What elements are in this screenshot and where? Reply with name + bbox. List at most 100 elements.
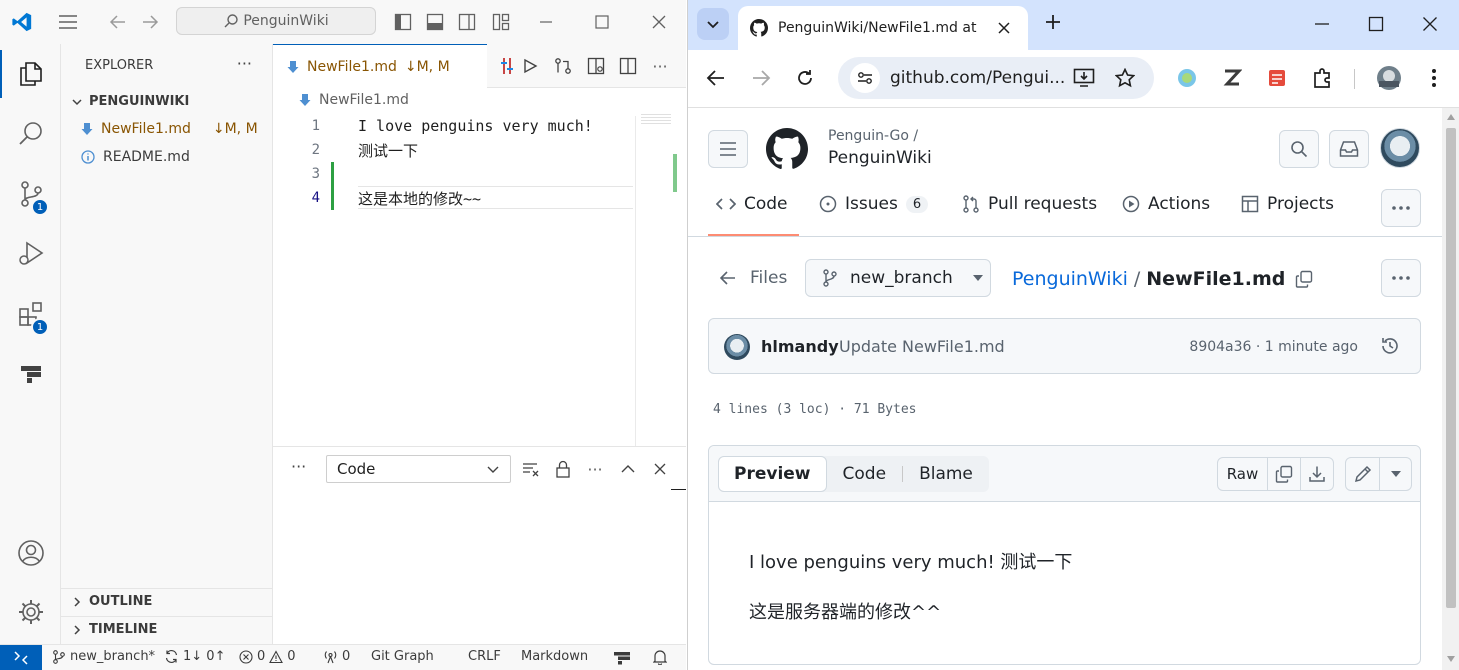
inbox-button[interactable] [1329,130,1369,168]
branch-selector[interactable]: new_branch [805,259,991,297]
lock-icon[interactable] [551,457,575,481]
nav-projects[interactable]: Projects [1241,194,1334,214]
forward-arrow-icon[interactable] [138,10,162,34]
scrollbar-thumb[interactable] [1446,128,1456,608]
close-tab-icon[interactable] [998,22,1010,34]
source-control-icon[interactable]: 1 [0,170,61,218]
raw-button[interactable]: Raw [1218,458,1268,490]
more-nav-button[interactable] [1381,189,1421,227]
file-item-newfile1[interactable]: NewFile1.md ↓M, M [81,118,258,140]
user-avatar[interactable] [1380,128,1420,168]
open-preview-icon[interactable] [584,54,608,78]
split-editor-icon[interactable] [616,54,640,78]
back-arrow-icon[interactable] [106,10,130,34]
more-actions-icon[interactable]: ··· [583,457,607,481]
extensions-icon[interactable]: 1 [0,290,61,338]
download-button[interactable] [1301,458,1333,490]
minimap[interactable] [641,114,671,126]
breadcrumb[interactable]: NewFile1.md [299,92,409,108]
menu-icon[interactable] [56,10,80,34]
timeline-header[interactable]: TIMELINE [71,622,157,637]
edit-dropdown-button[interactable] [1380,458,1411,490]
bookmark-star-icon[interactable] [1112,65,1138,91]
folder-header[interactable]: PENGUINWIKI [71,94,189,109]
output-channel-select[interactable]: Code [326,455,511,483]
copy-icon[interactable] [1295,270,1313,288]
edit-file-button[interactable] [1346,458,1380,490]
git-compare-icon[interactable] [495,54,519,78]
toggle-primary-sidebar-icon[interactable] [391,10,415,34]
command-center-search[interactable]: PenguinWiki [176,7,376,35]
ports-status[interactable]: 0 [323,649,350,664]
commit-message[interactable]: Update NewFile1.md [839,337,1005,356]
minimize-icon[interactable] [1314,16,1330,32]
forward-arrow-icon[interactable] [748,65,774,91]
repo-owner-link[interactable]: Penguin-Go / [828,128,918,144]
address-bar[interactable]: github.com/Pengui... [838,57,1154,99]
branch-status[interactable]: new_branch* [52,649,155,664]
minimize-icon[interactable] [534,10,558,34]
new-tab-plus-icon[interactable] [1043,12,1063,32]
install-app-icon[interactable] [1071,65,1097,91]
site-info-tune-icon[interactable] [850,63,880,93]
extension-blue-orb-icon[interactable] [1174,65,1200,91]
commit-author[interactable]: hlmandy [761,337,839,356]
maximize-panel-chevron-icon[interactable] [616,457,640,481]
tab-preview[interactable]: Preview [718,456,827,492]
scroll-up-arrow-icon[interactable] [1447,114,1455,120]
close-panel-icon[interactable] [648,457,672,481]
more-actions-icon[interactable]: ··· [648,54,672,78]
tab-search-chevron-icon[interactable] [697,8,729,40]
code-line[interactable]: 2 测试一下 [273,138,686,162]
tab-blame[interactable]: Blame [903,456,989,492]
accounts-icon[interactable] [0,529,61,577]
outline-header[interactable]: OUTLINE [71,594,152,609]
toggle-secondary-sidebar-icon[interactable] [455,10,479,34]
reload-icon[interactable] [792,65,818,91]
remote-indicator[interactable] [0,645,42,670]
more-actions-icon[interactable]: ··· [291,457,306,476]
problems-status[interactable]: 0 0 [239,649,296,664]
files-back-link[interactable]: Files [720,268,787,288]
file-more-button[interactable] [1381,259,1421,297]
tab-newfile1[interactable]: NewFile1.md ↓M, M [273,44,487,89]
history-icon[interactable] [1380,336,1400,356]
tab-code[interactable]: Code [827,456,903,492]
eol-status[interactable]: CRLF [468,649,501,664]
more-actions-icon[interactable]: ··· [237,54,252,73]
run-icon[interactable] [518,54,542,78]
notifications-bell-icon[interactable] [653,649,667,665]
page-scrollbar[interactable] [1442,108,1459,670]
extension-z-icon[interactable] [1219,65,1245,91]
run-debug-icon[interactable] [0,230,61,278]
code-line[interactable]: 3 [273,162,686,186]
close-icon[interactable] [647,10,671,34]
repo-name-link[interactable]: PenguinWiki [828,148,932,168]
github-logo-icon[interactable] [766,128,808,170]
explorer-files-icon[interactable] [0,50,61,98]
git-graph-small-icon[interactable] [612,651,632,665]
extension-red-note-icon[interactable] [1264,65,1290,91]
file-item-readme[interactable]: README.md [81,146,190,168]
nav-issues[interactable]: Issues 6 [819,194,929,214]
search-view-icon[interactable] [0,110,61,158]
toggle-panel-icon[interactable] [423,10,447,34]
browser-tab-github[interactable]: PenguinWiki/NewFile1.md at [738,6,1028,50]
code-line[interactable]: 1 I love penguins very much! [273,114,686,138]
settings-gear-icon[interactable] [0,588,61,636]
hamburger-menu-button[interactable] [708,130,748,168]
open-changes-icon[interactable] [551,54,575,78]
nav-actions[interactable]: Actions [1122,194,1210,214]
commit-meta[interactable]: 8904a36 · 1 minute ago [1189,339,1358,355]
back-arrow-icon[interactable] [703,65,729,91]
scroll-down-arrow-icon[interactable] [1447,656,1455,662]
path-repo-link[interactable]: PenguinWiki [1012,268,1128,290]
customize-layout-icon[interactable] [489,10,513,34]
extensions-puzzle-icon[interactable] [1310,65,1336,91]
clear-output-icon[interactable] [519,457,543,481]
search-button[interactable] [1279,130,1319,168]
close-icon[interactable] [1422,16,1438,32]
copy-raw-button[interactable] [1268,458,1301,490]
git-graph-icon[interactable] [0,350,61,398]
nav-code[interactable]: Code [716,194,788,214]
